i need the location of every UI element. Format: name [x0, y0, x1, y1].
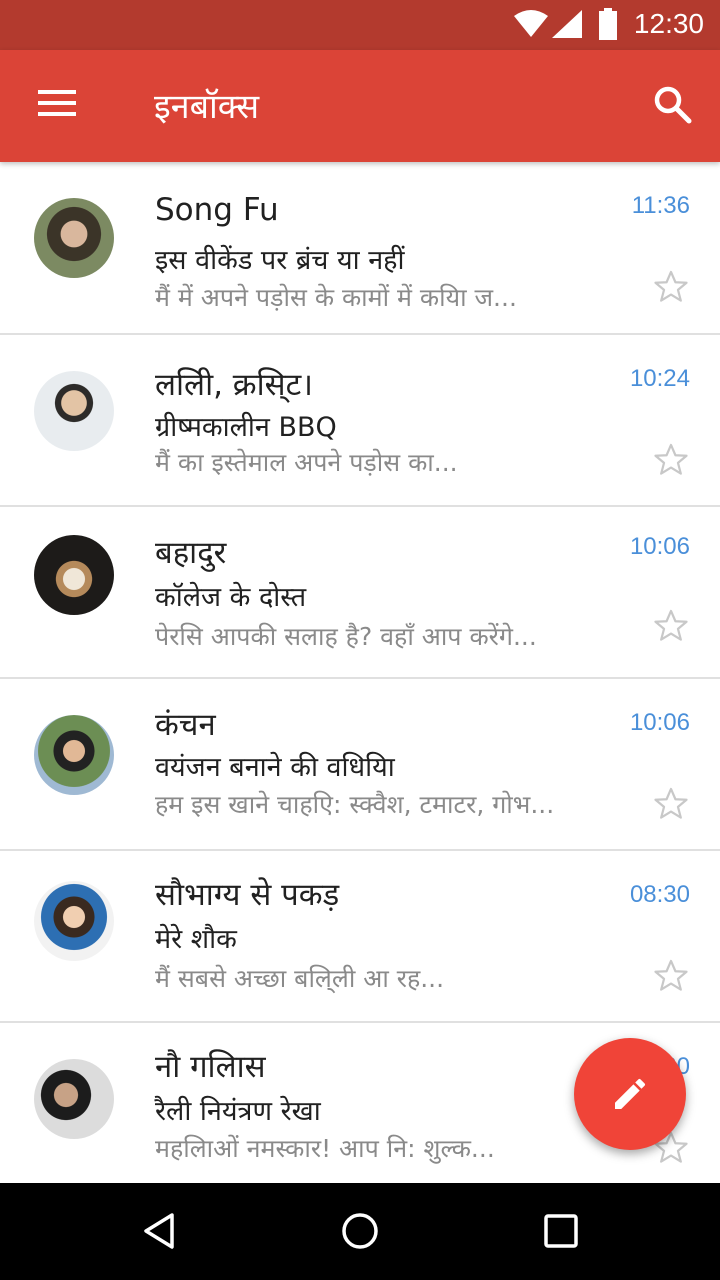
email-sender: Song Fu	[155, 192, 279, 228]
status-time: 12:30	[633, 8, 704, 39]
compose-button[interactable]	[574, 1038, 686, 1150]
email-sender: नौ गलिास	[155, 1049, 266, 1085]
star-outline-icon[interactable]	[652, 441, 690, 479]
email-row[interactable]: ललिी, क्रसि्ट। ग्रीष्मकालीन BBQ मैं का इ…	[0, 335, 720, 507]
menu-icon[interactable]	[38, 90, 78, 122]
email-row[interactable]: कंचन वयंजन बनाने की वधियिा हम इस खाने चा…	[0, 679, 720, 851]
email-time: 10:24	[629, 365, 690, 392]
email-subject: कॉलेज के दोस्त	[155, 582, 307, 613]
avatar	[34, 371, 114, 451]
email-time: 08:30	[629, 881, 690, 908]
email-sender: सौभाग्य से पकड़	[155, 877, 340, 913]
search-icon[interactable]	[654, 86, 692, 124]
avatar	[34, 1059, 114, 1139]
avatar	[34, 535, 114, 615]
wifi-icon	[514, 10, 548, 37]
home-icon[interactable]	[340, 1211, 380, 1251]
signal-icon	[552, 10, 582, 38]
email-sender: कंचन	[155, 707, 216, 743]
app-bar: इनबॉक्स	[0, 50, 720, 162]
email-time: 11:36	[631, 192, 690, 219]
battery-icon	[599, 8, 617, 40]
email-time: 10:06	[629, 533, 690, 560]
star-outline-icon[interactable]	[652, 607, 690, 645]
avatar	[34, 715, 114, 795]
email-snippet: पेरसि आपकी सलाह है? वहाँ आप करेंगे...	[155, 622, 537, 651]
email-snippet: हम इस खाने चाहएि: स्क्वैश, टमाटर, गोभ...	[155, 790, 555, 819]
email-subject: ग्रीष्मकालीन BBQ	[155, 412, 337, 443]
email-list: Song Fu इस वीकेंड पर ब्रंच या नहीं मैं म…	[0, 162, 720, 1183]
email-sender: ललिी, क्रसि्ट।	[155, 367, 313, 403]
star-outline-icon[interactable]	[652, 268, 690, 306]
email-subject: रैली नियंत्रण रेखा	[155, 1096, 321, 1127]
page-title: इनबॉक्स	[154, 87, 260, 127]
email-row[interactable]: सौभाग्य से पकड़ मेरे शौक मैं सबसे अच्छा …	[0, 851, 720, 1023]
navigation-bar	[0, 1183, 720, 1280]
email-time: 10:06	[629, 709, 690, 736]
email-subject: मेरे शौक	[155, 924, 237, 955]
recents-icon[interactable]	[543, 1213, 579, 1249]
email-snippet: मैं सबसे अच्छा बलि्ली आ रह...	[155, 964, 445, 993]
email-subject: वयंजन बनाने की वधियिा	[155, 752, 395, 783]
avatar	[34, 881, 114, 961]
email-snippet: मैं में अपने पड़ोस के कामों में कयिा ज..…	[155, 283, 517, 312]
email-sender: बहादुर	[155, 535, 227, 571]
avatar	[34, 198, 114, 278]
email-row[interactable]: Song Fu इस वीकेंड पर ब्रंच या नहीं मैं म…	[0, 162, 720, 335]
status-bar: 12:30	[0, 0, 720, 50]
email-subject: इस वीकेंड पर ब्रंच या नहीं	[155, 245, 405, 276]
email-row[interactable]: बहादुर कॉलेज के दोस्त पेरसि आपकी सलाह है…	[0, 507, 720, 679]
pencil-icon	[615, 1078, 646, 1109]
email-snippet: मैं का इस्तेमाल अपने पड़ोस का...	[155, 448, 458, 477]
back-icon[interactable]	[140, 1211, 180, 1251]
star-outline-icon[interactable]	[652, 785, 690, 823]
star-outline-icon[interactable]	[652, 957, 690, 995]
email-snippet: महलिाओं नमस्कार! आप नि: शुल्क...	[155, 1134, 495, 1163]
